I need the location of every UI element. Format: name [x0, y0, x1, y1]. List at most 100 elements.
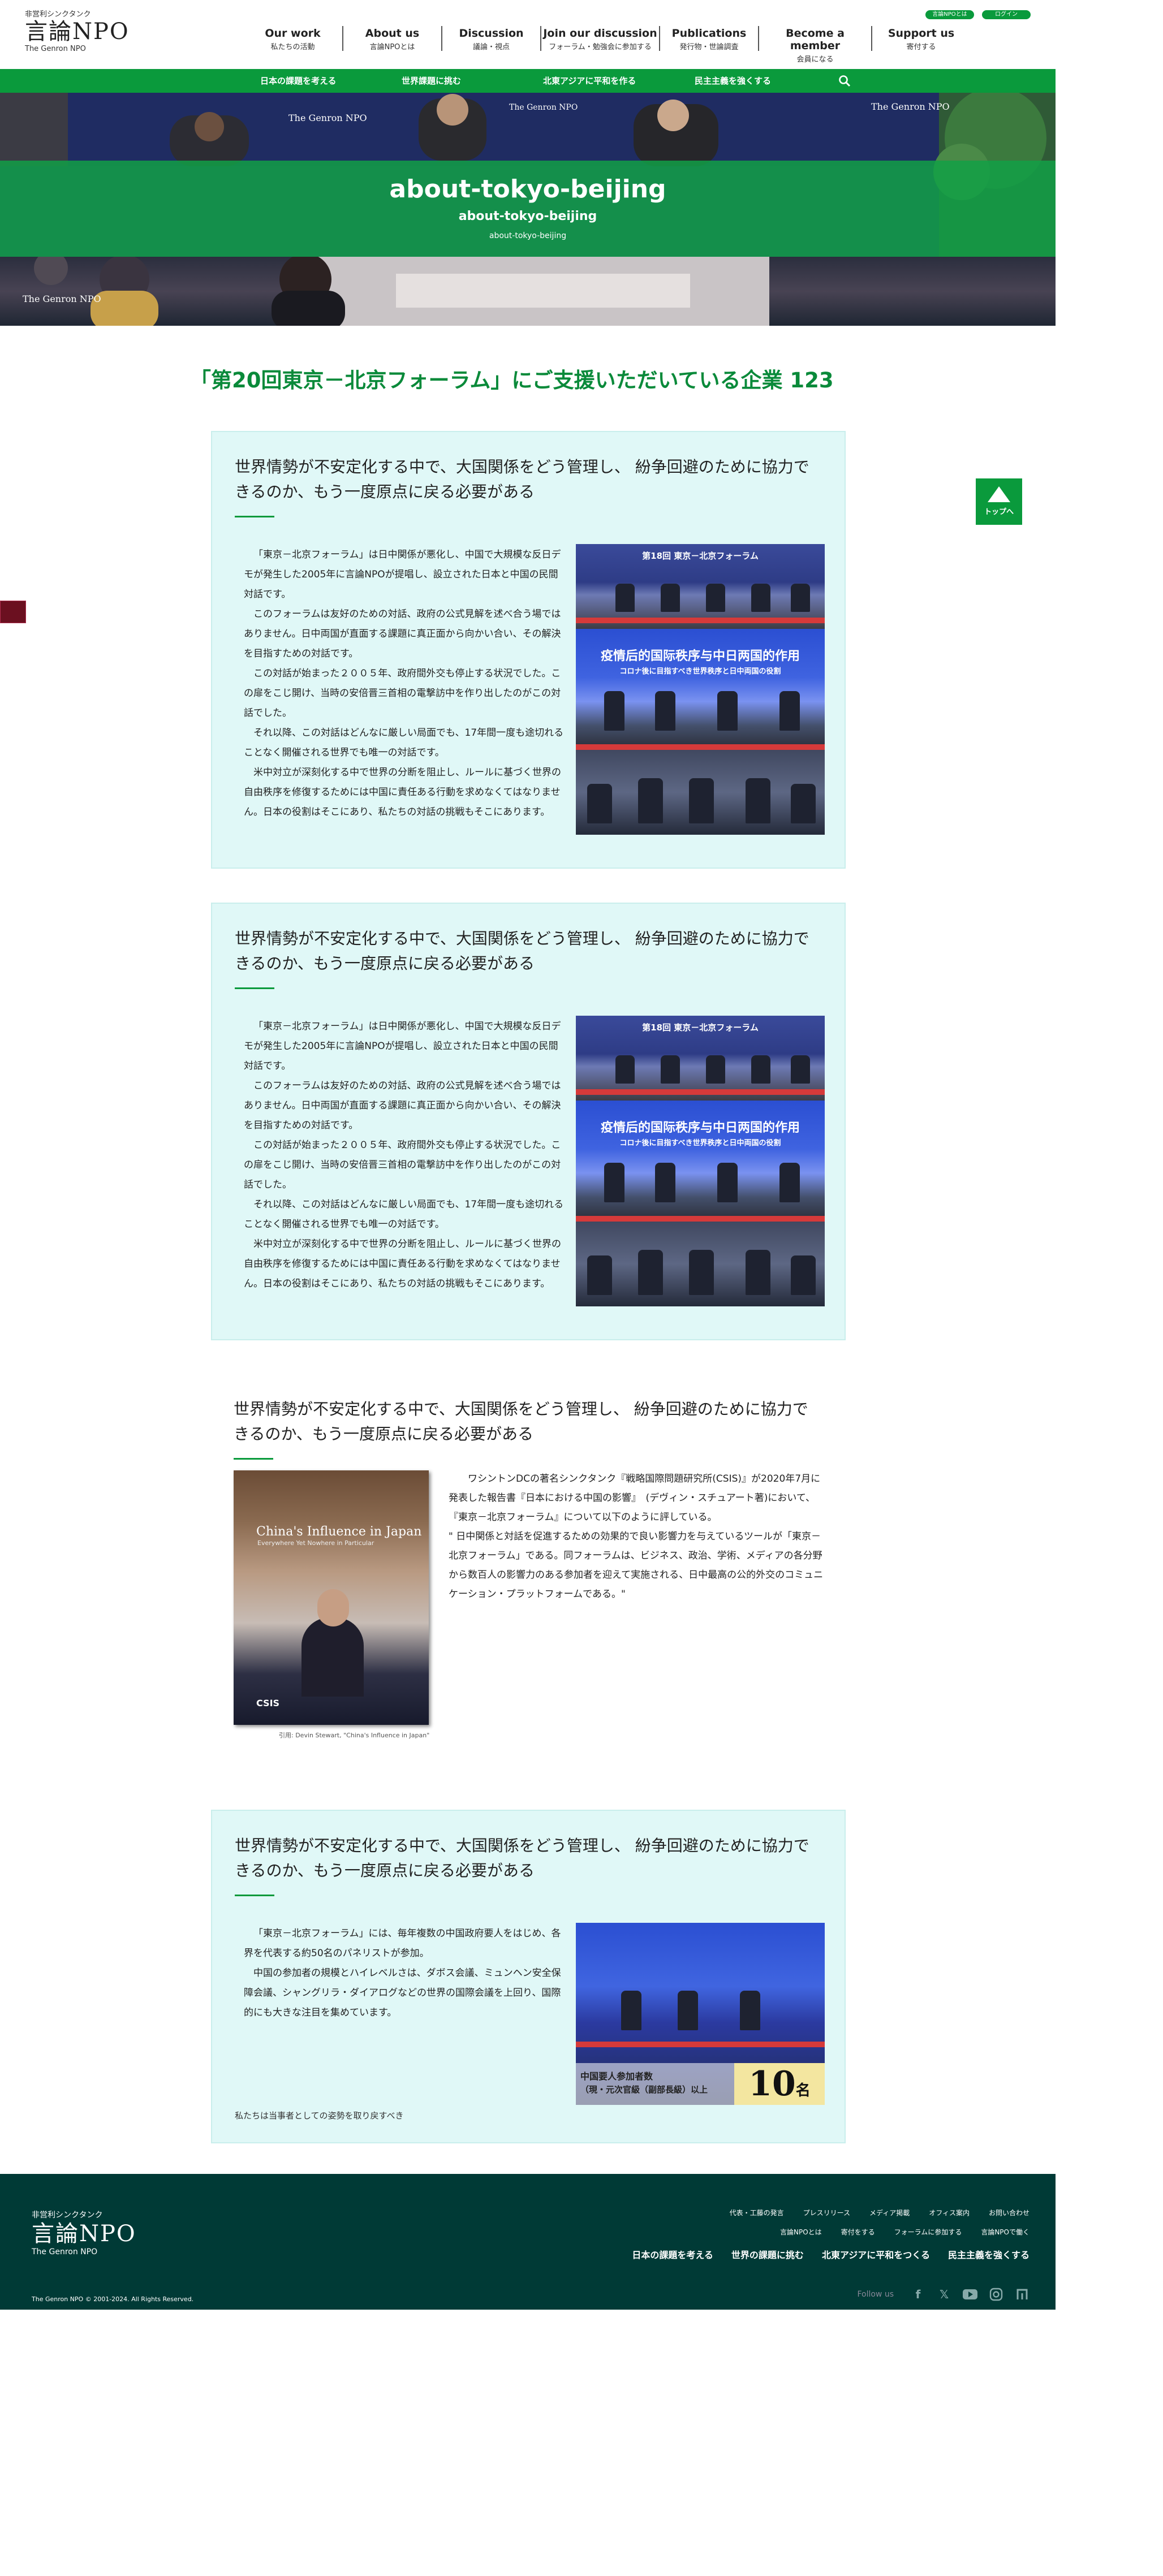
book-title: China's Influence in Japan [256, 1525, 422, 1539]
card-paragraph: このフォーラムは友好のための対話、政府の公式見解を述べ合う場ではありません。日中… [244, 1080, 561, 1131]
forum-photo-stage: 疫情后的国际秩序与中日两国的作用 コロナ後に目指すべき世界秩序と日中両国の役割 [576, 1101, 825, 1222]
footer-link[interactable]: プレスリリース [803, 2208, 850, 2217]
card-paragraph: 米中対立が深刻化する中で世界の分断を阻止し、ルールに基づく世界の自由秩序を修復す… [244, 767, 561, 818]
search-icon[interactable] [838, 75, 851, 87]
back-to-top-label: トップへ [984, 508, 1014, 516]
card-paragraph: " 日中関係と対話を促進するための効果的で良い影響力を与えているツールが「東京－… [449, 1531, 824, 1600]
nav-label-en: Discussion [459, 27, 524, 40]
about-button[interactable]: 言論NPOとは [925, 10, 974, 19]
card-heading: 世界情勢が不安定化する中で、大国関係をどう管理し、 紛争回避のために協力できるの… [235, 458, 809, 501]
nav-label-en: Our work [265, 27, 321, 40]
forum-photo-panelists [576, 750, 825, 835]
card-paragraph: 「東京－北京フォーラム」は日中関係が悪化し、中国で大規模な反日デモが発生した20… [244, 1021, 561, 1072]
nav-support-us[interactable]: Support us 寄付する [871, 26, 970, 51]
hero-lower-photo: The Genron NPO [0, 251, 1056, 326]
nav-label-en: About us [365, 27, 420, 40]
top-buttons: 言論NPOとは ログイン [925, 10, 1031, 19]
stat-photo: 中国要人参加者数 （現・元次官級（副部長級）以上 10名 [576, 1923, 825, 2105]
card-paragraph: このフォーラムは友好のための対話、政府の公式見解を述べ合う場ではありません。日中… [244, 609, 561, 659]
category-link-japan[interactable]: 日本の課題を考える [260, 69, 402, 93]
forum-photo-panelists [576, 1222, 825, 1306]
nav-become-member[interactable]: Become a member 会員になる [758, 26, 871, 64]
follow-label: Follow us [857, 2290, 894, 2299]
heading-rule [235, 516, 274, 517]
footer-link[interactable]: お問い合わせ [989, 2208, 1030, 2217]
nav-about-us[interactable]: About us 言論NPOとは [342, 26, 441, 51]
footer-logo-tagline: 非営利シンクタンク [32, 2211, 103, 2220]
nav-label-en: Publications [671, 27, 747, 40]
social-links: Follow us f 𝕏 [857, 2287, 1030, 2302]
hero-audience: The Genron NPO [23, 251, 769, 326]
stat-sublabel: （現・元次官級（副部長級）以上 [580, 2085, 708, 2095]
category-bar: 日本の課題を考える 世界課題に挑む 北東アジアに平和を作る 民主主義を強くする [0, 69, 1056, 93]
heading-rule [235, 1895, 274, 1896]
category-links: 日本の課題を考える 世界課題に挑む 北東アジアに平和を作る 民主主義を強くする [260, 69, 836, 93]
footer-category-link[interactable]: 北東アジアに平和をつくる [822, 2247, 930, 2261]
note-icon[interactable] [1015, 2287, 1030, 2302]
global-nav: Our work 私たちの活動 About us 言論NPOとは Discussio… [243, 26, 970, 64]
nav-label-ja: 寄付する [906, 43, 936, 51]
card-paragraph: この対話が始まった２００５年、政府間外交も停止する状況でした。この扉をこじ開け、… [244, 668, 561, 719]
content-card: 世界情勢が不安定化する中で、大国関係をどう管理し、 紛争回避のために協力できるの… [211, 1810, 846, 2143]
stat-box: 中国要人参加者数 （現・元次官級（副部長級）以上 10名 [576, 2063, 825, 2105]
footer-category-link[interactable]: 民主主義を強くする [948, 2247, 1030, 2261]
hero-title: about-tokyo-beijing [389, 175, 666, 204]
footer-link[interactable]: 代表・工藤の発言 [730, 2208, 784, 2217]
footer-links-primary: 代表・工藤の発言 プレスリリース メディア掲載 オフィス案内 お問い合わせ [730, 2208, 1030, 2217]
page-title: 「第20回東京－北京フォーラム」にご支援いただいている企業 123 [190, 368, 834, 392]
nav-label-en: Join our discussion [543, 27, 657, 40]
photo-caption: 第18回 東京－北京フォーラム [642, 1022, 759, 1033]
svg-text:The Genron NPO: The Genron NPO [509, 103, 578, 112]
photo-caption: 第18回 東京－北京フォーラム [642, 551, 759, 561]
stat-unit: 名 [795, 2082, 811, 2099]
facebook-icon[interactable]: f [911, 2287, 925, 2302]
x-icon[interactable]: 𝕏 [937, 2287, 951, 2302]
nav-label-ja: 言論NPOとは [369, 43, 415, 51]
card-body: 「東京－北京フォーラム」には、毎年複数の中国政府要人をはじめ、各界を代表する約5… [244, 1924, 566, 2023]
nav-label-ja: 発行物・世論調査 [679, 43, 739, 51]
footer-link[interactable]: オフィス案内 [929, 2208, 970, 2217]
forum-stage-photo: 中国要人参加者数 （現・元次官級（副部長級）以上 10名 [576, 1923, 825, 2105]
footer-category-link[interactable]: 日本の課題を考える [632, 2247, 713, 2261]
card-footnote: 私たちは当事者としての姿勢を取り戻すべき [235, 2111, 404, 2121]
forum-photo-panel: 第18回 東京－北京フォーラム [576, 1016, 825, 1101]
footer-link[interactable]: 言論NPOで働く [981, 2227, 1030, 2237]
site-footer: 非営利シンクタンク 言論NPO The Genron NPO 代表・工藤の発言 … [0, 2174, 1056, 2310]
footer-category-link[interactable]: 世界の課題に挑む [731, 2247, 804, 2261]
category-link-northeast-asia[interactable]: 北東アジアに平和を作る [543, 69, 695, 93]
forum-photo-panel: 第18回 東京－北京フォーラム [576, 544, 825, 629]
footer-link[interactable]: メディア掲載 [869, 2208, 910, 2217]
card-paragraph: 米中対立が深刻化する中で世界の分断を阻止し、ルールに基づく世界の自由秩序を修復す… [244, 1239, 561, 1289]
card-body: 「東京－北京フォーラム」は日中関係が悪化し、中国で大規模な反日デモが発生した20… [244, 1017, 566, 1294]
card-paragraph: それ以降、この対話はどんなに厳しい局面でも、17年間一度も途切れることなく開催さ… [244, 1199, 564, 1230]
site-header: 非営利シンクタンク 言論NPO The Genron NPO 言論NPOとは ロ… [0, 0, 1056, 69]
login-button[interactable]: ログイン [982, 10, 1031, 19]
footer-link[interactable]: 言論NPOとは [780, 2227, 822, 2237]
svg-text:The Genron NPO: The Genron NPO [288, 113, 367, 123]
photo-stack: 第18回 東京－北京フォーラム 疫情后的国际秩序与中日两国的作用 コロナ後に目指… [576, 544, 825, 835]
nav-label-ja: 議論・視点 [472, 43, 510, 51]
stat-label: 中国要人参加者数 [580, 2071, 653, 2082]
nav-label-ja: 私たちの活動 [270, 43, 315, 51]
side-tab[interactable] [0, 601, 26, 623]
footer-logo[interactable]: 非営利シンクタンク 言論NPO The Genron NPO [32, 2209, 136, 2256]
card-paragraph: この対話が始まった２００５年、政府間外交も停止する状況でした。この扉をこじ開け、… [244, 1140, 561, 1190]
footer-link[interactable]: 寄付をする [841, 2227, 875, 2237]
category-link-democracy[interactable]: 民主主義を強くする [695, 69, 836, 93]
page: 非営利シンクタンク 言論NPO The Genron NPO 言論NPOとは ロ… [0, 0, 1056, 2576]
card-paragraph: 「東京－北京フォーラム」には、毎年複数の中国政府要人をはじめ、各界を代表する約5… [244, 1928, 561, 1959]
card-heading: 世界情勢が不安定化する中で、大国関係をどう管理し、 紛争回避のために協力できるの… [234, 1400, 808, 1443]
site-logo[interactable]: 非営利シンクタンク 言論NPO The Genron NPO [25, 8, 130, 53]
photo-caption: コロナ後に目指すべき世界秩序と日中両国の役割 [619, 1139, 781, 1147]
nav-join-discussion[interactable]: Join our discussion フォーラム・勉強会に参加する [540, 26, 659, 51]
nav-publications[interactable]: Publications 発行物・世論調査 [659, 26, 758, 51]
category-link-world[interactable]: 世界課題に挑む [402, 69, 543, 93]
instagram-icon[interactable] [989, 2287, 1003, 2302]
youtube-icon[interactable] [963, 2287, 977, 2302]
back-to-top-button[interactable]: トップへ [976, 478, 1022, 525]
content-card: 世界情勢が不安定化する中で、大国関係をどう管理し、 紛争回避のために協力できるの… [211, 903, 846, 1340]
nav-discussion[interactable]: Discussion 議論・視点 [441, 26, 540, 51]
nav-our-work[interactable]: Our work 私たちの活動 [243, 26, 342, 51]
footer-link[interactable]: フォーラムに参加する [894, 2227, 962, 2237]
forum-photo-stage: 疫情后的国际秩序与中日两国的作用 コロナ後に目指すべき世界秩序と日中両国の役割 [576, 629, 825, 750]
